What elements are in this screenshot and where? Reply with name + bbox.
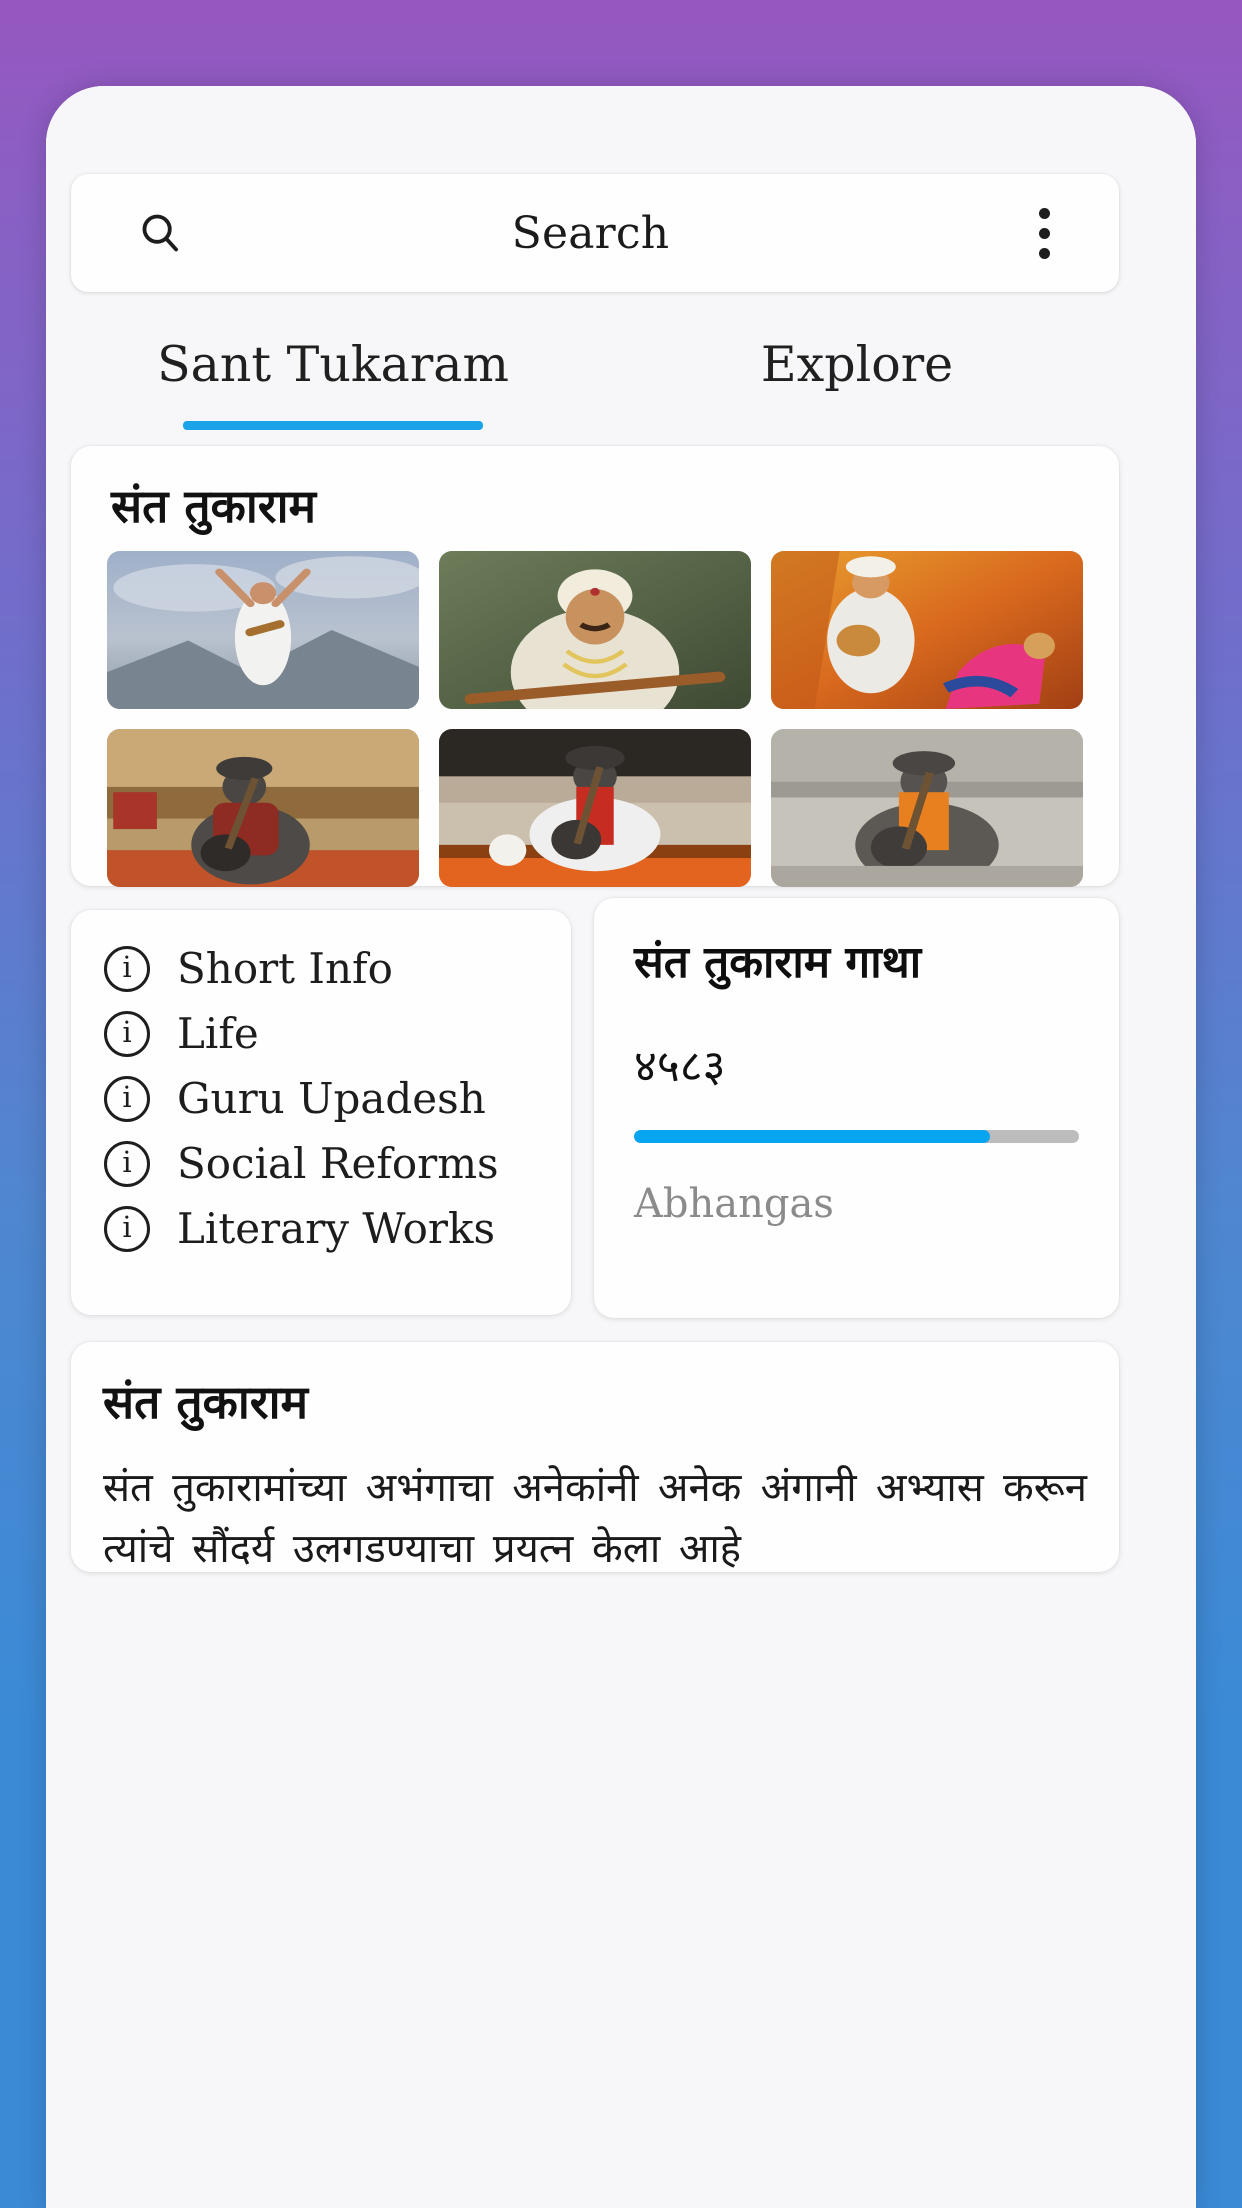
info-icon: i: [104, 1010, 150, 1057]
info-icon: i: [104, 1075, 150, 1122]
info-item-label: Social Reforms: [177, 1139, 499, 1188]
tab-explore-label: Explore: [760, 336, 954, 393]
tab-bar: Sant Tukaram Explore: [71, 322, 1119, 436]
search-bar[interactable]: Search: [71, 174, 1119, 292]
gallery-image-dancing[interactable]: [107, 550, 419, 709]
info-item-short-info[interactable]: i Short Info: [71, 936, 571, 1001]
description-card: संत तुकाराम संत तुकारामांच्या अभंगाचा अन…: [71, 1342, 1119, 1572]
info-item-life[interactable]: i Life: [71, 1001, 571, 1066]
gallery-image-statue-right[interactable]: [771, 728, 1083, 887]
info-icon: i: [104, 1205, 150, 1252]
image-grid: [107, 550, 1083, 887]
gallery-image-statue-center[interactable]: [439, 728, 751, 887]
gallery-card: संत तुकाराम: [71, 446, 1119, 887]
info-list-card: i Short Info i Life i Guru Upadesh i Soc…: [71, 910, 571, 1315]
search-input[interactable]: Search: [167, 208, 1014, 259]
gatha-count: ४५८३: [634, 1041, 726, 1093]
info-item-label: Short Info: [177, 944, 393, 993]
gatha-subtitle: Abhangas: [634, 1181, 834, 1228]
description-body: संत तुकारामांच्या अभंगाचा अनेकांनी अनेक …: [103, 1465, 1087, 1572]
gallery-image-devotee[interactable]: [771, 550, 1083, 709]
more-vertical-icon[interactable]: [1014, 197, 1074, 269]
gatha-title: संत तुकाराम गाथा: [634, 937, 922, 988]
info-item-social-reforms[interactable]: i Social Reforms: [71, 1131, 571, 1196]
info-item-label: Literary Works: [177, 1204, 496, 1253]
phone-frame: Search Sant Tukaram Explore संत तुकाराम: [46, 86, 1196, 2208]
info-item-label: Life: [177, 1009, 259, 1058]
info-item-guru-upadesh[interactable]: i Guru Upadesh: [71, 1066, 571, 1131]
tab-sant-tukaram[interactable]: Sant Tukaram: [71, 322, 595, 436]
info-icon: i: [104, 1140, 150, 1187]
info-icon: i: [104, 945, 150, 992]
tab-sant-tukaram-label: Sant Tukaram: [157, 336, 509, 393]
gallery-image-statue-left[interactable]: [107, 728, 419, 887]
info-item-literary-works[interactable]: i Literary Works: [71, 1196, 571, 1261]
description-title: संत तुकाराम: [103, 1375, 309, 1429]
gatha-card[interactable]: संत तुकाराम गाथा ४५८३ Abhangas: [594, 898, 1119, 1318]
gatha-progress-bar: [634, 1130, 1079, 1144]
tab-explore[interactable]: Explore: [595, 322, 1119, 436]
gallery-title: संत तुकाराम: [111, 479, 317, 533]
gallery-image-portrait[interactable]: [439, 550, 751, 709]
app-screen: Search Sant Tukaram Explore संत तुकाराम: [46, 86, 1196, 2208]
gatha-progress-fill: [634, 1130, 990, 1144]
info-item-label: Guru Upadesh: [177, 1074, 486, 1123]
